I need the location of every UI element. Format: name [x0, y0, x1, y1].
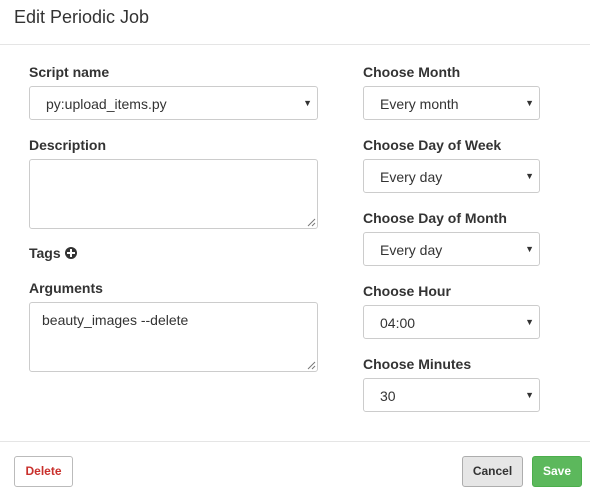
delete-button[interactable]: Delete: [14, 456, 73, 487]
chevron-down-icon: ▼: [303, 98, 312, 108]
script-name-value: py:upload_items.py: [46, 96, 167, 112]
arguments-textarea[interactable]: beauty_images --delete: [29, 302, 318, 372]
choose-minutes-label: Choose Minutes: [363, 356, 472, 372]
choose-month-label: Choose Month: [363, 64, 461, 80]
choose-hour-select[interactable]: 04:00 ▼: [363, 305, 540, 339]
choose-day-of-month-value: Every day: [380, 242, 443, 258]
description-textarea[interactable]: [29, 159, 318, 229]
choose-day-of-month-label: Choose Day of Month: [363, 210, 507, 226]
choose-hour-label: Choose Hour: [363, 283, 451, 299]
choose-day-of-week-value: Every day: [380, 169, 443, 185]
cancel-button[interactable]: Cancel: [462, 456, 523, 487]
choose-minutes-value: 30: [380, 388, 396, 404]
chevron-down-icon: ▼: [525, 317, 534, 327]
chevron-down-icon: ▼: [525, 98, 534, 108]
choose-day-of-week-select[interactable]: Every day ▼: [363, 159, 540, 193]
resize-grip-icon[interactable]: [307, 218, 316, 227]
script-name-select[interactable]: py:upload_items.py ▼: [29, 86, 318, 120]
choose-minutes-select[interactable]: 30 ▼: [363, 378, 540, 412]
choose-hour-value: 04:00: [380, 315, 416, 331]
tags-label: Tags: [29, 245, 61, 261]
modal-title: Edit Periodic Job: [14, 7, 150, 27]
script-name-label: Script name: [29, 64, 110, 80]
choose-day-of-week-label: Choose Day of Week: [363, 137, 502, 153]
resize-grip-icon[interactable]: [307, 361, 316, 370]
choose-month-select[interactable]: Every month ▼: [363, 86, 540, 120]
chevron-down-icon: ▼: [525, 390, 534, 400]
plus-circle-icon[interactable]: [65, 247, 77, 259]
chevron-down-icon: ▼: [525, 171, 534, 181]
modal-header: Edit Periodic Job: [0, 0, 590, 45]
save-button[interactable]: Save: [532, 456, 582, 487]
arguments-label: Arguments: [29, 280, 103, 296]
chevron-down-icon: ▼: [525, 244, 534, 254]
choose-month-value: Every month: [380, 96, 459, 112]
description-label: Description: [29, 137, 107, 153]
choose-day-of-month-select[interactable]: Every day ▼: [363, 232, 540, 266]
arguments-value: beauty_images --delete: [42, 312, 189, 328]
